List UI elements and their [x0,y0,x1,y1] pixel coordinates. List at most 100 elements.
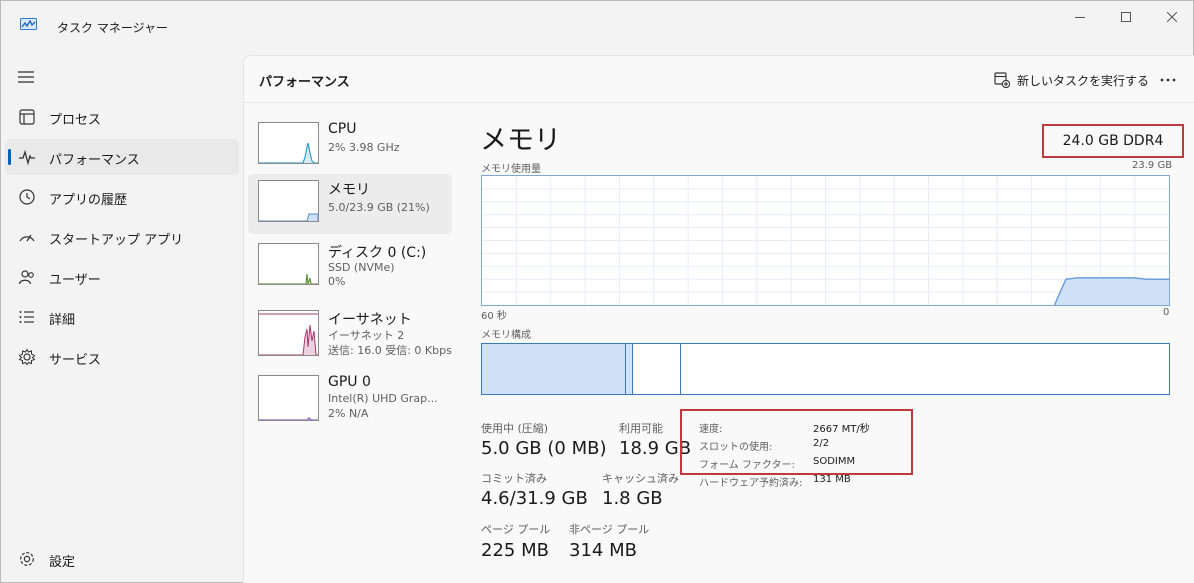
sidebar-nav: プロセス パフォーマンス アプリの履歴 スタートアップ アプリ ユーザー 詳細 … [1,55,243,583]
ethernet-sparkline-line [259,324,318,355]
perf-item-detail-2: 0% [328,275,346,288]
perf-item-cpu[interactable]: CPU 2% 3.98 GHz [248,116,452,176]
memory-sparkline [258,180,319,222]
main-header: パフォーマンス 新しいタスクを実行する [244,56,1194,103]
window-title: タスク マネージャー [57,21,168,35]
nonpaged-pool-label: 非ページ プール [569,523,650,536]
app-history-icon [19,189,35,205]
memory-composition-bar [481,343,1170,395]
page-title: パフォーマンス [259,75,350,90]
title-bar: タスク マネージャー [1,1,1194,41]
paged-pool-value: 225 MB [481,540,549,561]
sidebar-item-label: パフォーマンス [49,153,140,168]
sidebar-item-label: 詳細 [49,313,76,328]
perf-item-name: CPU [328,121,357,137]
perf-item-name: メモリ [328,182,370,198]
gpu-sparkline-line [259,417,318,420]
composition-modified [626,344,633,394]
sidebar-item-label: サービス [49,353,102,368]
spec-hw-reserved-value: 131 MB [813,474,851,485]
in-use-value: 5.0 GB (0 MB) [481,438,607,459]
memory-capacity: 24.0 GB DDR4 [1062,133,1164,149]
perf-item-detail: 5.0/23.9 GB (21%) [328,201,430,214]
task-manager-app-icon [20,18,37,30]
task-manager-window: タスク マネージャー プロセス パフォーマンス アプリの履歴 スタートアップ ア… [0,0,1194,583]
perf-item-name: イーサネット [328,312,412,328]
in-use-label: 使用中 (圧縮) [481,422,549,435]
startup-icon [19,234,35,242]
disk-sparkline [258,243,319,285]
composition-standby [633,344,681,394]
sidebar-item-label: アプリの履歴 [49,193,128,208]
services-icon [18,348,36,366]
gear-icon [20,552,34,566]
memory-capacity-highlight: 24.0 GB DDR4 [1042,124,1184,158]
more-options-icon [1160,78,1176,82]
composition-in-use [482,344,626,394]
cached-value: 1.8 GB [602,488,663,509]
graph-max-label: 23.9 GB [1132,160,1173,171]
active-indicator [8,149,11,165]
nonpaged-pool-value: 314 MB [569,540,637,561]
cpu-sparkline-line [259,142,318,163]
sidebar-item-app-history[interactable]: アプリの履歴 [5,179,239,215]
run-new-task-button[interactable]: 新しいタスクを実行する [994,69,1149,91]
run-task-label: 新しいタスクを実行する [1017,73,1150,88]
sidebar-item-label: ユーザー [49,273,101,288]
graph-label: メモリ使用量 [481,164,541,175]
sidebar-item-performance[interactable]: パフォーマンス [5,139,239,175]
perf-item-detail: SSD (NVMe) [328,261,395,274]
composition-label: メモリ構成 [481,330,531,341]
minimize-icon [1075,17,1085,18]
sidebar-item-users[interactable]: ユーザー [5,259,239,295]
sidebar-item-services[interactable]: サービス [5,339,239,375]
committed-value: 4.6/31.9 GB [481,488,588,509]
perf-item-memory[interactable]: メモリ 5.0/23.9 GB (21%) [248,174,452,234]
spec-hw-reserved-label: ハードウェア予約済み: [699,478,803,489]
perf-item-ethernet[interactable]: イーサネット イーサネット 2 送信: 16.0 受信: 0 Kbps [248,304,452,364]
performance-icon [19,149,35,166]
memory-usage-area [1054,277,1169,305]
ethernet-sparkline [258,310,319,356]
sidebar-item-processes[interactable]: プロセス [5,99,239,135]
details-icon [19,311,34,323]
perf-item-detail: イーサネット 2 [328,329,405,342]
perf-item-gpu[interactable]: GPU 0 Intel(R) UHD Grap... 2% N/A [248,369,452,429]
main-panel: パフォーマンス 新しいタスクを実行する CPU 2% 3.98 GHz メモリ … [243,55,1194,583]
perf-item-detail-2: 2% N/A [328,407,369,420]
sidebar-item-settings[interactable]: 設定 [5,541,239,577]
run-task-icon [994,72,1010,88]
perf-item-detail: 2% 3.98 GHz [328,141,400,154]
perf-item-disk[interactable]: ディスク 0 (C:) SSD (NVMe) 0% [248,237,452,297]
memory-usage-graph [481,175,1170,306]
perf-item-name: ディスク 0 (C:) [328,245,427,261]
memory-usage-svg [482,176,1169,305]
sidebar-item-label: プロセス [49,113,102,128]
memory-sparkline-line [259,213,318,221]
sidebar-item-label: スタートアップ アプリ [49,233,184,248]
graph-time-right: 0 [1163,307,1170,318]
users-icon [18,270,34,285]
maximize-button[interactable] [1103,1,1149,33]
cached-label: キャッシュ済み [602,472,679,485]
gpu-sparkline [258,375,319,421]
sidebar-item-label: 設定 [49,555,76,570]
perf-item-detail-2: 送信: 16.0 受信: 0 Kbps [328,344,452,357]
sidebar-item-startup[interactable]: スタートアップ アプリ [5,219,239,255]
close-button[interactable] [1149,1,1194,33]
detail-title: メモリ [480,125,561,156]
minimize-button[interactable] [1057,1,1103,33]
perf-item-name: GPU 0 [328,374,371,390]
close-icon [1167,12,1177,22]
perf-item-detail: Intel(R) UHD Grap... [328,392,438,405]
processes-icon [19,109,35,125]
available-label: 利用可能 [619,422,663,435]
disk-sparkline-line [259,273,318,284]
sidebar-item-details[interactable]: 詳細 [5,299,239,335]
cpu-sparkline [258,122,319,164]
more-options-button[interactable] [1156,68,1180,92]
maximize-icon [1121,12,1131,22]
graph-time-left: 60 秒 [481,311,507,322]
hamburger-menu-icon[interactable] [17,70,35,84]
specs-highlight-box [680,409,913,475]
